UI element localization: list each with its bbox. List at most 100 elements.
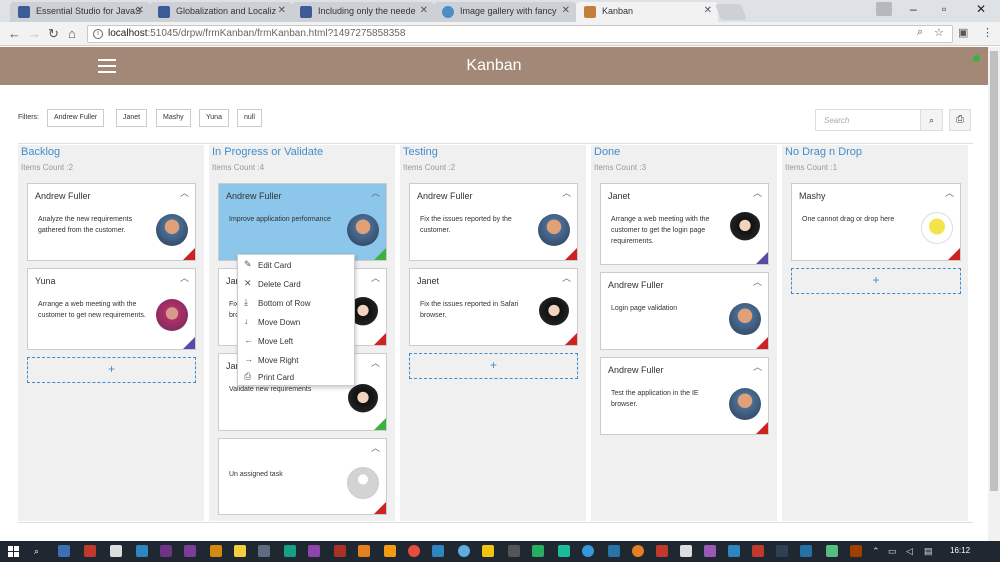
menu-dots-icon[interactable]: ⋮ <box>982 26 993 39</box>
app-icon[interactable] <box>608 545 620 557</box>
close-icon[interactable]: ✕ <box>136 5 144 16</box>
browser-tab[interactable]: Essential Studio for JavaS ✕ <box>10 2 150 22</box>
app-icon[interactable] <box>210 545 222 557</box>
collapse-icon[interactable]: ︿ <box>180 271 189 284</box>
menu-item-move-right[interactable]: → Move Right <box>238 352 356 370</box>
app-icon[interactable] <box>850 545 862 557</box>
chrome-icon[interactable] <box>408 545 420 557</box>
close-window-icon[interactable]: ✕ <box>976 2 986 16</box>
kanban-card[interactable]: Andrew Fuller ︿ Analyze the new requirem… <box>27 183 196 261</box>
app-icon[interactable] <box>458 545 470 557</box>
star-icon[interactable]: ☆ <box>934 26 944 39</box>
terminal-icon[interactable] <box>508 545 520 557</box>
collapse-icon[interactable]: ︿ <box>371 441 380 454</box>
add-card-button[interactable]: + <box>409 353 578 379</box>
app-icon[interactable] <box>558 545 570 557</box>
browser-tab-active[interactable]: Kanban ✕ <box>576 2 718 22</box>
app-icon[interactable] <box>776 545 788 557</box>
filter-null[interactable]: null <box>237 109 262 127</box>
extension-icon[interactable]: ▣ <box>958 26 968 39</box>
app-icon[interactable] <box>358 545 370 557</box>
kanban-card[interactable]: Andrew Fuller ︿ Fix the issues reported … <box>409 183 578 261</box>
windows-start-icon[interactable] <box>8 546 19 557</box>
kanban-card[interactable]: Yuna ︿ Arrange a web meeting with the cu… <box>27 268 196 350</box>
scrollbar-thumb[interactable] <box>990 51 998 491</box>
filter-mashy[interactable]: Mashy <box>156 109 191 127</box>
collapse-icon[interactable]: ︿ <box>753 360 762 373</box>
app-icon[interactable] <box>704 545 716 557</box>
word-icon[interactable] <box>800 545 812 557</box>
info-icon[interactable]: i <box>93 29 103 39</box>
profile-icon[interactable] <box>876 2 892 16</box>
notification-icon[interactable]: ▤ <box>924 546 933 557</box>
app-icon[interactable] <box>384 545 396 557</box>
kanban-card[interactable]: Mashy ︿ One cannot drag or drop here <box>791 183 961 261</box>
app-icon[interactable] <box>58 545 70 557</box>
visual-studio-icon[interactable] <box>160 545 172 557</box>
kanban-card[interactable]: Janet ︿ Fix the issues reported in Safar… <box>409 268 578 346</box>
menu-item-bottom-of-row[interactable]: ⤓ Bottom of Row <box>238 295 356 313</box>
home-icon[interactable]: ⌂ <box>68 26 76 41</box>
kanban-card[interactable]: ︿ Un assigned task <box>218 438 387 515</box>
filter-yuna[interactable]: Yuna <box>199 109 229 127</box>
app-icon[interactable] <box>532 545 544 557</box>
collapse-icon[interactable]: ︿ <box>371 271 380 284</box>
filezilla-icon[interactable] <box>84 545 96 557</box>
maximize-icon[interactable]: ▫ <box>942 2 946 16</box>
menu-item-move-down[interactable]: ↓ Move Down <box>238 314 356 332</box>
network-icon[interactable]: ▭ <box>888 546 897 557</box>
collapse-icon[interactable]: ︿ <box>753 275 762 288</box>
filter-andrew-fuller[interactable]: Andrew Fuller <box>47 109 105 127</box>
new-tab-button[interactable] <box>715 4 747 20</box>
kanban-card-selected[interactable]: Andrew Fuller ︿ Improve application perf… <box>218 183 387 261</box>
android-icon[interactable] <box>826 545 838 557</box>
kanban-card[interactable]: Andrew Fuller ︿ Login page validation <box>600 272 769 350</box>
app-icon[interactable] <box>432 545 444 557</box>
minimize-icon[interactable]: – <box>910 2 917 16</box>
mail-icon[interactable] <box>680 545 692 557</box>
app-icon[interactable] <box>752 545 764 557</box>
app-icon[interactable] <box>258 545 270 557</box>
app-icon[interactable] <box>334 545 346 557</box>
app-icon[interactable] <box>136 545 148 557</box>
filter-janet[interactable]: Janet <box>116 109 148 127</box>
close-icon[interactable]: ✕ <box>420 5 428 16</box>
app-icon[interactable] <box>582 545 594 557</box>
close-icon[interactable]: ✕ <box>562 5 570 16</box>
app-icon[interactable] <box>184 545 196 557</box>
close-icon[interactable]: ✕ <box>278 5 286 16</box>
app-icon[interactable] <box>308 545 320 557</box>
outlook-icon[interactable] <box>728 545 740 557</box>
browser-tab[interactable]: Including only the neede ✕ <box>292 2 434 22</box>
app-icon[interactable] <box>234 545 246 557</box>
app-icon[interactable] <box>656 545 668 557</box>
search-input[interactable]: Search ⌕ <box>815 109 943 131</box>
tray-chevron-icon[interactable]: ⌃ <box>872 546 880 557</box>
kanban-card[interactable]: Andrew Fuller ︿ Test the application in … <box>600 357 769 435</box>
app-icon[interactable] <box>110 545 122 557</box>
add-card-button[interactable]: + <box>27 357 196 383</box>
browser-tab[interactable]: Globalization and Localiz ✕ <box>150 2 292 22</box>
page-scrollbar[interactable] <box>988 47 1000 541</box>
menu-item-delete-card[interactable]: ✕ Delete Card <box>238 276 356 294</box>
collapse-icon[interactable]: ︿ <box>371 186 380 199</box>
menu-item-print-card[interactable]: ⎙ Print Card <box>238 369 356 387</box>
collapse-icon[interactable]: ︿ <box>371 356 380 369</box>
collapse-icon[interactable]: ︿ <box>562 186 571 199</box>
zoom-icon[interactable]: ⌕ <box>917 26 923 39</box>
print-icon[interactable]: ⎙ <box>949 109 971 131</box>
app-icon[interactable] <box>482 545 494 557</box>
forward-icon[interactable]: → <box>28 26 41 41</box>
url-input[interactable]: i localhost:51045/drpw/frmKanban/frmKanb… <box>87 25 953 43</box>
close-icon[interactable]: ✕ <box>704 5 712 16</box>
browser-tab[interactable]: Image gallery with fancy ✕ <box>434 2 576 22</box>
collapse-icon[interactable]: ︿ <box>753 186 762 199</box>
search-icon[interactable]: ⌕ <box>34 546 39 557</box>
kanban-card[interactable]: Janet ︿ Arrange a web meeting with the c… <box>600 183 769 265</box>
taskbar-clock[interactable]: 16:12 <box>950 546 970 555</box>
collapse-icon[interactable]: ︿ <box>562 271 571 284</box>
collapse-icon[interactable]: ︿ <box>945 186 954 199</box>
back-icon[interactable]: ← <box>8 26 21 41</box>
menu-item-move-left[interactable]: ← Move Left <box>238 333 356 351</box>
reload-icon[interactable]: ↻ <box>48 26 59 42</box>
